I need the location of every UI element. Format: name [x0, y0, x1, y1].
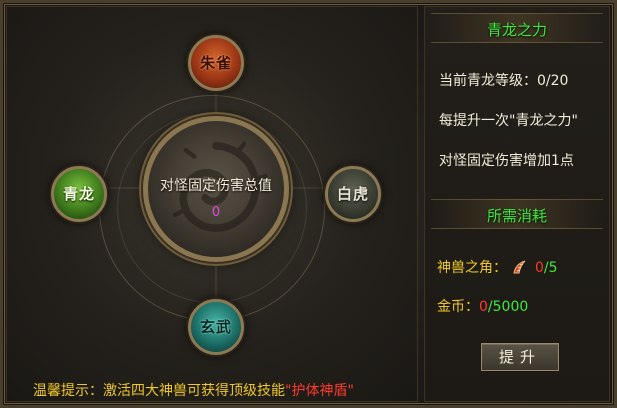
hint-prefix: 温馨提示：激活四大神兽可获得顶级技能: [33, 383, 285, 399]
xuanwu-label: 玄武: [199, 318, 232, 336]
hint-skill-name: "护体神盾": [285, 383, 354, 399]
cost-item-row: 神兽之角： 0/5: [437, 257, 558, 277]
beast-array-panel: 朱雀 青龙 白虎 玄武 对怪固定伤害总值 0 温馨提示：激活四大神兽可获得顶级技…: [6, 6, 418, 402]
level-line: 当前青龙等级：0/20: [439, 73, 569, 89]
xuanwu-orb[interactable]: 玄武: [188, 299, 244, 355]
cost-gold-row: 金币：0/5000: [437, 296, 528, 316]
desc-line-1: 每提升一次"青龙之力": [439, 113, 578, 129]
upgrade-button[interactable]: 提升: [481, 343, 559, 371]
cost-gold-have: 0: [479, 299, 488, 315]
cost-gold-need: 5000: [492, 299, 529, 315]
cost-item-need: 5: [548, 260, 558, 276]
baihu-orb[interactable]: 白虎: [325, 166, 381, 222]
zhuque-label: 朱雀: [199, 54, 232, 72]
damage-total-value: 0: [211, 205, 221, 220]
center-disc: 对怪固定伤害总值 0: [143, 116, 289, 262]
cost-gold-label: 金币：: [437, 299, 479, 315]
hint-text: 温馨提示：激活四大神兽可获得顶级技能"护体神盾": [33, 380, 354, 400]
baihu-label: 白虎: [336, 185, 369, 203]
panel-title: 青龙之力: [486, 21, 547, 39]
info-panel: 青龙之力 当前青龙等级：0/20 每提升一次"青龙之力" 对怪固定伤害增加1点 …: [424, 6, 610, 402]
damage-total-label: 对怪固定伤害总值: [160, 178, 272, 194]
beast-horn-icon[interactable]: [511, 259, 527, 275]
cost-item-have: 0: [535, 260, 544, 276]
qinglong-orb[interactable]: 青龙: [51, 166, 107, 222]
desc-line-2: 对怪固定伤害增加1点: [439, 153, 574, 169]
zhuque-orb[interactable]: 朱雀: [188, 35, 244, 91]
cost-item-label: 神兽之角：: [437, 260, 507, 276]
cost-title: 所需消耗: [486, 207, 547, 225]
qinglong-label: 青龙: [62, 185, 95, 203]
